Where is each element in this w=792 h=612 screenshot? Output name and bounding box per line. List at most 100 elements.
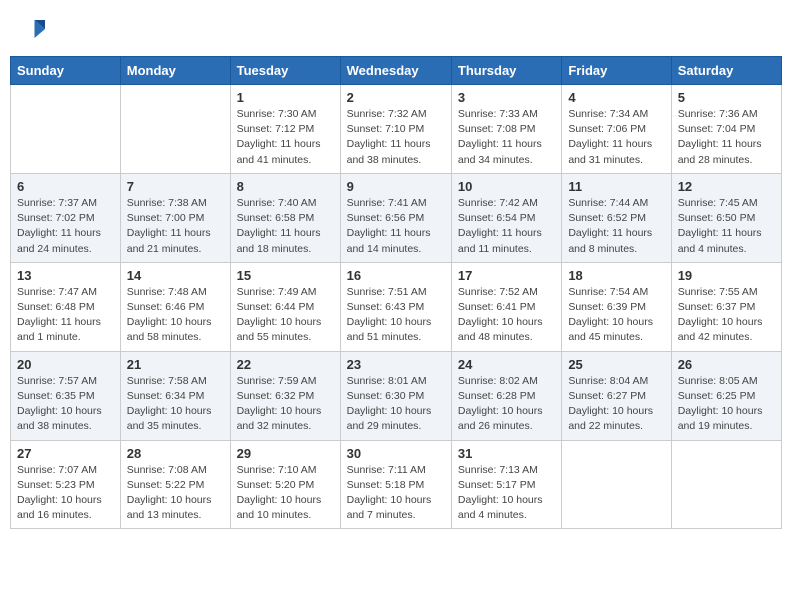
day-number: 24 xyxy=(458,357,555,372)
day-info: Sunrise: 7:51 AMSunset: 6:43 PMDaylight:… xyxy=(347,285,445,346)
day-number: 14 xyxy=(127,268,224,283)
day-info: Sunrise: 8:04 AMSunset: 6:27 PMDaylight:… xyxy=(568,374,664,435)
day-number: 7 xyxy=(127,179,224,194)
calendar-cell: 7 Sunrise: 7:38 AMSunset: 7:00 PMDaylight… xyxy=(120,173,230,262)
day-info: Sunrise: 7:48 AMSunset: 6:46 PMDaylight:… xyxy=(127,285,224,346)
day-number: 17 xyxy=(458,268,555,283)
calendar-cell: 12 Sunrise: 7:45 AMSunset: 6:50 PMDayligh… xyxy=(671,173,781,262)
day-number: 21 xyxy=(127,357,224,372)
calendar-cell: 21Sunrise: 7:58 AMSunset: 6:34 PMDayligh… xyxy=(120,351,230,440)
day-info: Sunrise: 7:54 AMSunset: 6:39 PMDaylight:… xyxy=(568,285,664,346)
day-info: Sunrise: 7:08 AMSunset: 5:22 PMDaylight:… xyxy=(127,463,224,524)
day-number: 11 xyxy=(568,179,664,194)
day-info: Sunrise: 7:41 AMSunset: 6:56 PMDaylight:… xyxy=(347,196,445,257)
day-info: Sunrise: 7:40 AMSunset: 6:58 PMDaylight:… xyxy=(237,196,334,257)
day-number: 3 xyxy=(458,90,555,105)
day-header-thursday: Thursday xyxy=(451,57,561,85)
calendar-cell: 8 Sunrise: 7:40 AMSunset: 6:58 PMDaylight… xyxy=(230,173,340,262)
calendar-cell: 27 Sunrise: 7:07 AMSunset: 5:23 PMDayligh… xyxy=(11,440,121,529)
calendar-cell: 25Sunrise: 8:04 AMSunset: 6:27 PMDayligh… xyxy=(562,351,671,440)
day-number: 29 xyxy=(237,446,334,461)
calendar-cell xyxy=(120,85,230,174)
day-header-tuesday: Tuesday xyxy=(230,57,340,85)
logo-icon xyxy=(18,14,48,44)
day-number: 28 xyxy=(127,446,224,461)
calendar-header-row: SundayMondayTuesdayWednesdayThursdayFrid… xyxy=(11,57,782,85)
day-info: Sunrise: 7:49 AMSunset: 6:44 PMDaylight:… xyxy=(237,285,334,346)
calendar-week-row: 20 Sunrise: 7:57 AMSunset: 6:35 PMDayligh… xyxy=(11,351,782,440)
day-info: Sunrise: 7:38 AMSunset: 7:00 PMDaylight:… xyxy=(127,196,224,257)
calendar-cell: 5 Sunrise: 7:36 AMSunset: 7:04 PMDaylight… xyxy=(671,85,781,174)
day-info: Sunrise: 7:52 AMSunset: 6:41 PMDaylight:… xyxy=(458,285,555,346)
day-info: Sunrise: 7:57 AMSunset: 6:35 PMDaylight:… xyxy=(17,374,114,435)
day-number: 27 xyxy=(17,446,114,461)
day-number: 4 xyxy=(568,90,664,105)
calendar-cell: 24 Sunrise: 8:02 AMSunset: 6:28 PMDayligh… xyxy=(451,351,561,440)
day-info: Sunrise: 7:30 AMSunset: 7:12 PMDaylight:… xyxy=(237,107,334,168)
day-number: 23 xyxy=(347,357,445,372)
day-number: 31 xyxy=(458,446,555,461)
day-info: Sunrise: 7:11 AMSunset: 5:18 PMDaylight:… xyxy=(347,463,445,524)
day-info: Sunrise: 8:02 AMSunset: 6:28 PMDaylight:… xyxy=(458,374,555,435)
day-info: Sunrise: 7:36 AMSunset: 7:04 PMDaylight:… xyxy=(678,107,775,168)
calendar-cell: 6 Sunrise: 7:37 AMSunset: 7:02 PMDaylight… xyxy=(11,173,121,262)
calendar-cell: 2 Sunrise: 7:32 AMSunset: 7:10 PMDaylight… xyxy=(340,85,451,174)
day-number: 15 xyxy=(237,268,334,283)
calendar-cell: 22Sunrise: 7:59 AMSunset: 6:32 PMDayligh… xyxy=(230,351,340,440)
calendar-cell: 18 Sunrise: 7:54 AMSunset: 6:39 PMDayligh… xyxy=(562,262,671,351)
logo xyxy=(18,14,50,44)
day-number: 26 xyxy=(678,357,775,372)
calendar-week-row: 6 Sunrise: 7:37 AMSunset: 7:02 PMDaylight… xyxy=(11,173,782,262)
calendar-cell: 23 Sunrise: 8:01 AMSunset: 6:30 PMDayligh… xyxy=(340,351,451,440)
day-info: Sunrise: 8:01 AMSunset: 6:30 PMDaylight:… xyxy=(347,374,445,435)
day-header-saturday: Saturday xyxy=(671,57,781,85)
calendar-cell: 20 Sunrise: 7:57 AMSunset: 6:35 PMDayligh… xyxy=(11,351,121,440)
calendar-week-row: 27 Sunrise: 7:07 AMSunset: 5:23 PMDayligh… xyxy=(11,440,782,529)
day-number: 20 xyxy=(17,357,114,372)
day-header-friday: Friday xyxy=(562,57,671,85)
calendar-cell: 3 Sunrise: 7:33 AMSunset: 7:08 PMDaylight… xyxy=(451,85,561,174)
calendar-cell: 9 Sunrise: 7:41 AMSunset: 6:56 PMDaylight… xyxy=(340,173,451,262)
calendar-cell xyxy=(562,440,671,529)
day-header-wednesday: Wednesday xyxy=(340,57,451,85)
day-number: 8 xyxy=(237,179,334,194)
day-number: 6 xyxy=(17,179,114,194)
day-number: 1 xyxy=(237,90,334,105)
calendar-week-row: 13Sunrise: 7:47 AMSunset: 6:48 PMDayligh… xyxy=(11,262,782,351)
day-info: Sunrise: 7:33 AMSunset: 7:08 PMDaylight:… xyxy=(458,107,555,168)
day-number: 18 xyxy=(568,268,664,283)
calendar-cell: 26 Sunrise: 8:05 AMSunset: 6:25 PMDayligh… xyxy=(671,351,781,440)
day-info: Sunrise: 7:13 AMSunset: 5:17 PMDaylight:… xyxy=(458,463,555,524)
day-number: 16 xyxy=(347,268,445,283)
page-header xyxy=(10,10,782,48)
day-info: Sunrise: 7:10 AMSunset: 5:20 PMDaylight:… xyxy=(237,463,334,524)
day-number: 5 xyxy=(678,90,775,105)
day-info: Sunrise: 7:47 AMSunset: 6:48 PMDaylight:… xyxy=(17,285,114,346)
day-number: 9 xyxy=(347,179,445,194)
calendar-cell: 11Sunrise: 7:44 AMSunset: 6:52 PMDayligh… xyxy=(562,173,671,262)
day-number: 30 xyxy=(347,446,445,461)
calendar-cell: 1 Sunrise: 7:30 AMSunset: 7:12 PMDaylight… xyxy=(230,85,340,174)
day-info: Sunrise: 7:37 AMSunset: 7:02 PMDaylight:… xyxy=(17,196,114,257)
calendar-cell xyxy=(671,440,781,529)
day-number: 19 xyxy=(678,268,775,283)
calendar-week-row: 1 Sunrise: 7:30 AMSunset: 7:12 PMDaylight… xyxy=(11,85,782,174)
calendar-cell: 30 Sunrise: 7:11 AMSunset: 5:18 PMDayligh… xyxy=(340,440,451,529)
day-info: Sunrise: 7:34 AMSunset: 7:06 PMDaylight:… xyxy=(568,107,664,168)
calendar-cell xyxy=(11,85,121,174)
day-header-sunday: Sunday xyxy=(11,57,121,85)
day-info: Sunrise: 8:05 AMSunset: 6:25 PMDaylight:… xyxy=(678,374,775,435)
day-info: Sunrise: 7:45 AMSunset: 6:50 PMDaylight:… xyxy=(678,196,775,257)
calendar-cell: 16 Sunrise: 7:51 AMSunset: 6:43 PMDayligh… xyxy=(340,262,451,351)
day-info: Sunrise: 7:55 AMSunset: 6:37 PMDaylight:… xyxy=(678,285,775,346)
day-info: Sunrise: 7:32 AMSunset: 7:10 PMDaylight:… xyxy=(347,107,445,168)
day-number: 2 xyxy=(347,90,445,105)
day-info: Sunrise: 7:07 AMSunset: 5:23 PMDaylight:… xyxy=(17,463,114,524)
calendar-cell: 31 Sunrise: 7:13 AMSunset: 5:17 PMDayligh… xyxy=(451,440,561,529)
calendar-cell: 19 Sunrise: 7:55 AMSunset: 6:37 PMDayligh… xyxy=(671,262,781,351)
calendar-cell: 10Sunrise: 7:42 AMSunset: 6:54 PMDayligh… xyxy=(451,173,561,262)
calendar-cell: 29 Sunrise: 7:10 AMSunset: 5:20 PMDayligh… xyxy=(230,440,340,529)
day-number: 10 xyxy=(458,179,555,194)
day-number: 12 xyxy=(678,179,775,194)
day-number: 22 xyxy=(237,357,334,372)
